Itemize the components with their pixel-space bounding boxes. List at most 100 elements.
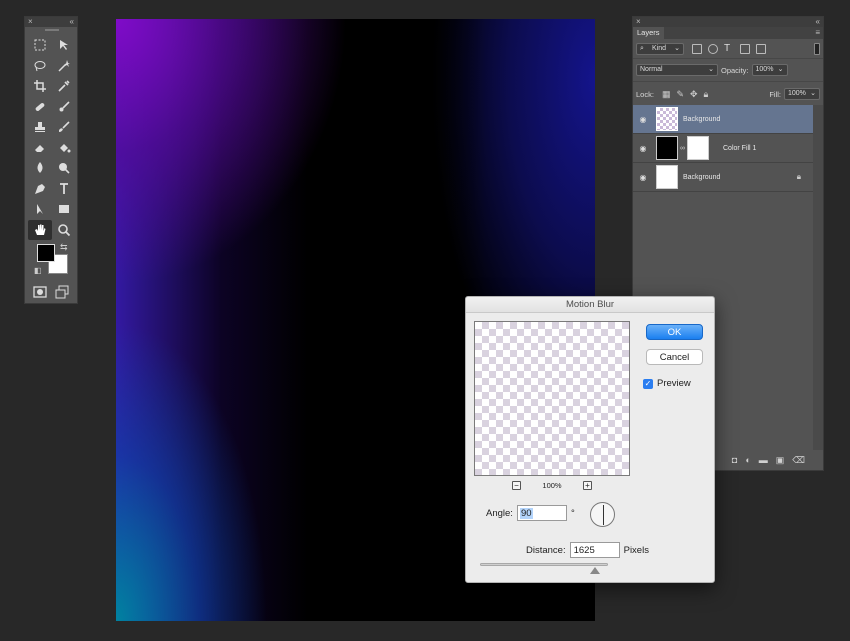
brush-tool-icon[interactable] bbox=[52, 97, 76, 118]
collapse-icon[interactable]: « bbox=[70, 17, 74, 27]
angle-label: Angle: bbox=[486, 507, 513, 519]
search-icon: ⌕ bbox=[640, 44, 644, 52]
filter-kind-value: Kind bbox=[652, 44, 667, 52]
chevron-down-icon: ⌄ bbox=[674, 44, 680, 52]
pixel-filter-icon[interactable] bbox=[692, 43, 702, 54]
zoom-tool-icon[interactable] bbox=[52, 220, 76, 241]
opacity-value: 100% bbox=[755, 66, 774, 73]
filter-kind-select[interactable]: ⌕ Kind ⌄ bbox=[636, 42, 684, 55]
tools-panel: × « ⇆ ◧ bbox=[24, 16, 78, 304]
distance-label: Distance: bbox=[526, 544, 566, 556]
layers-scrollbar[interactable] bbox=[813, 105, 823, 450]
distance-slider[interactable] bbox=[480, 563, 608, 566]
marquee-tool-icon[interactable] bbox=[28, 35, 52, 56]
filter-preview[interactable] bbox=[474, 321, 630, 476]
new-group-icon[interactable]: ▬ bbox=[759, 455, 768, 465]
color-swatches: ⇆ ◧ bbox=[28, 240, 76, 282]
trash-icon[interactable]: ⌫ bbox=[792, 455, 805, 466]
layer-list: ◉ Background ◉ ∞ Color Fill 1 ◉ Backgrou… bbox=[633, 105, 813, 192]
move-tool-icon[interactable] bbox=[52, 35, 76, 56]
link-icon: ∞ bbox=[680, 144, 685, 152]
type-tool-icon[interactable] bbox=[52, 179, 76, 200]
motion-blur-dialog: Motion Blur − 100% + OK Cancel ✓ Preview… bbox=[465, 296, 715, 583]
adjustment-layer-icon[interactable]: ◐ bbox=[745, 455, 750, 465]
healing-brush-icon[interactable] bbox=[28, 97, 52, 118]
eraser-tool-icon[interactable] bbox=[28, 138, 52, 159]
layer-mask-thumbnail bbox=[687, 136, 709, 160]
magic-wand-icon[interactable] bbox=[52, 56, 76, 77]
dodge-tool-icon[interactable] bbox=[52, 158, 76, 179]
new-layer-icon[interactable]: ▣ bbox=[776, 455, 785, 466]
opacity-label: Opacity: bbox=[721, 65, 749, 75]
mode-buttons bbox=[25, 283, 77, 301]
eyedropper-icon[interactable] bbox=[52, 76, 76, 97]
angle-dial[interactable] bbox=[590, 502, 615, 527]
drag-handle[interactable] bbox=[25, 27, 77, 33]
preview-checkbox[interactable]: ✓ bbox=[643, 378, 653, 389]
lock-icon: 🔒︎ bbox=[796, 172, 801, 181]
path-selection-icon[interactable] bbox=[28, 199, 52, 220]
layer-row[interactable]: ◉ Background 🔒︎ bbox=[633, 163, 813, 192]
filter-toggle[interactable] bbox=[814, 42, 820, 55]
close-icon[interactable]: × bbox=[28, 17, 33, 27]
history-brush-icon[interactable] bbox=[52, 117, 76, 138]
lock-all-icon[interactable]: 🔒︎ bbox=[704, 89, 709, 100]
distance-input[interactable]: 1625 bbox=[569, 542, 620, 558]
screen-mode-icon[interactable] bbox=[55, 285, 69, 299]
type-filter-icon[interactable]: T bbox=[724, 43, 734, 54]
angle-input[interactable]: 90 bbox=[516, 505, 567, 521]
quick-mask-icon[interactable] bbox=[33, 285, 47, 299]
tab-layers[interactable]: Layers bbox=[633, 27, 664, 39]
eye-icon[interactable]: ◉ bbox=[633, 115, 653, 124]
fill-input[interactable]: 100% ⌄ bbox=[784, 88, 820, 100]
layers-title-bar: × « bbox=[633, 17, 823, 27]
crop-tool-icon[interactable] bbox=[28, 76, 52, 97]
panel-menu-icon[interactable]: ≡ bbox=[815, 28, 820, 37]
swap-colors-icon[interactable]: ⇆ bbox=[60, 242, 68, 253]
blend-mode-select[interactable]: Normal ⌄ bbox=[636, 64, 718, 76]
layer-thumbnail bbox=[656, 107, 678, 131]
lock-position-icon[interactable]: ✥ bbox=[690, 89, 698, 100]
layer-row[interactable]: ◉ ∞ Color Fill 1 bbox=[633, 134, 813, 163]
layer-name: Color Fill 1 bbox=[723, 144, 757, 152]
layer-name: Background bbox=[683, 173, 721, 181]
chevron-down-icon: ⌄ bbox=[810, 90, 816, 97]
layer-name: Background bbox=[683, 115, 721, 123]
default-colors-icon[interactable]: ◧ bbox=[34, 266, 42, 275]
distance-unit: Pixels bbox=[623, 544, 649, 556]
add-mask-icon[interactable]: ◘ bbox=[732, 455, 737, 465]
fill-value: 100% bbox=[788, 90, 806, 97]
shape-filter-icon[interactable] bbox=[740, 43, 750, 54]
rectangle-tool-icon[interactable] bbox=[52, 199, 76, 220]
foreground-color-swatch[interactable] bbox=[37, 244, 55, 262]
zoom-level: 100% bbox=[542, 481, 562, 490]
clone-stamp-icon[interactable] bbox=[28, 117, 52, 138]
close-icon[interactable]: × bbox=[636, 17, 641, 27]
pen-tool-icon[interactable] bbox=[28, 179, 52, 200]
adjustment-filter-icon[interactable] bbox=[708, 43, 718, 54]
smart-object-filter-icon[interactable] bbox=[756, 43, 766, 54]
zoom-out-button[interactable]: − bbox=[512, 481, 521, 490]
zoom-in-button[interactable]: + bbox=[583, 481, 592, 490]
eye-icon[interactable]: ◉ bbox=[633, 173, 653, 182]
chevron-down-icon: ⌄ bbox=[777, 66, 784, 73]
blur-tool-icon[interactable] bbox=[28, 158, 52, 179]
tool-grid: ⇆ ◧ bbox=[25, 33, 77, 283]
eye-icon[interactable]: ◉ bbox=[633, 144, 653, 153]
opacity-input[interactable]: 100% ⌄ bbox=[751, 64, 788, 76]
dialog-title: Motion Blur bbox=[466, 297, 714, 313]
distance-slider-thumb[interactable] bbox=[590, 567, 601, 574]
lock-transparency-icon[interactable]: ▦ bbox=[662, 89, 671, 100]
collapse-icon[interactable]: « bbox=[816, 17, 820, 27]
layer-thumbnail bbox=[656, 165, 678, 189]
paint-bucket-icon[interactable] bbox=[52, 138, 76, 159]
cancel-button[interactable]: Cancel bbox=[646, 349, 703, 365]
distance-row: Distance: 1625 Pixels bbox=[526, 542, 649, 558]
lock-pixels-icon[interactable]: ✎ bbox=[676, 89, 684, 100]
ok-button[interactable]: OK bbox=[646, 324, 703, 340]
filter-row: ⌕ Kind ⌄ T bbox=[633, 39, 823, 59]
layer-row[interactable]: ◉ Background bbox=[633, 105, 813, 134]
blend-mode-value: Normal bbox=[640, 66, 663, 73]
lasso-tool-icon[interactable] bbox=[28, 56, 52, 77]
hand-tool-icon[interactable] bbox=[28, 219, 52, 240]
